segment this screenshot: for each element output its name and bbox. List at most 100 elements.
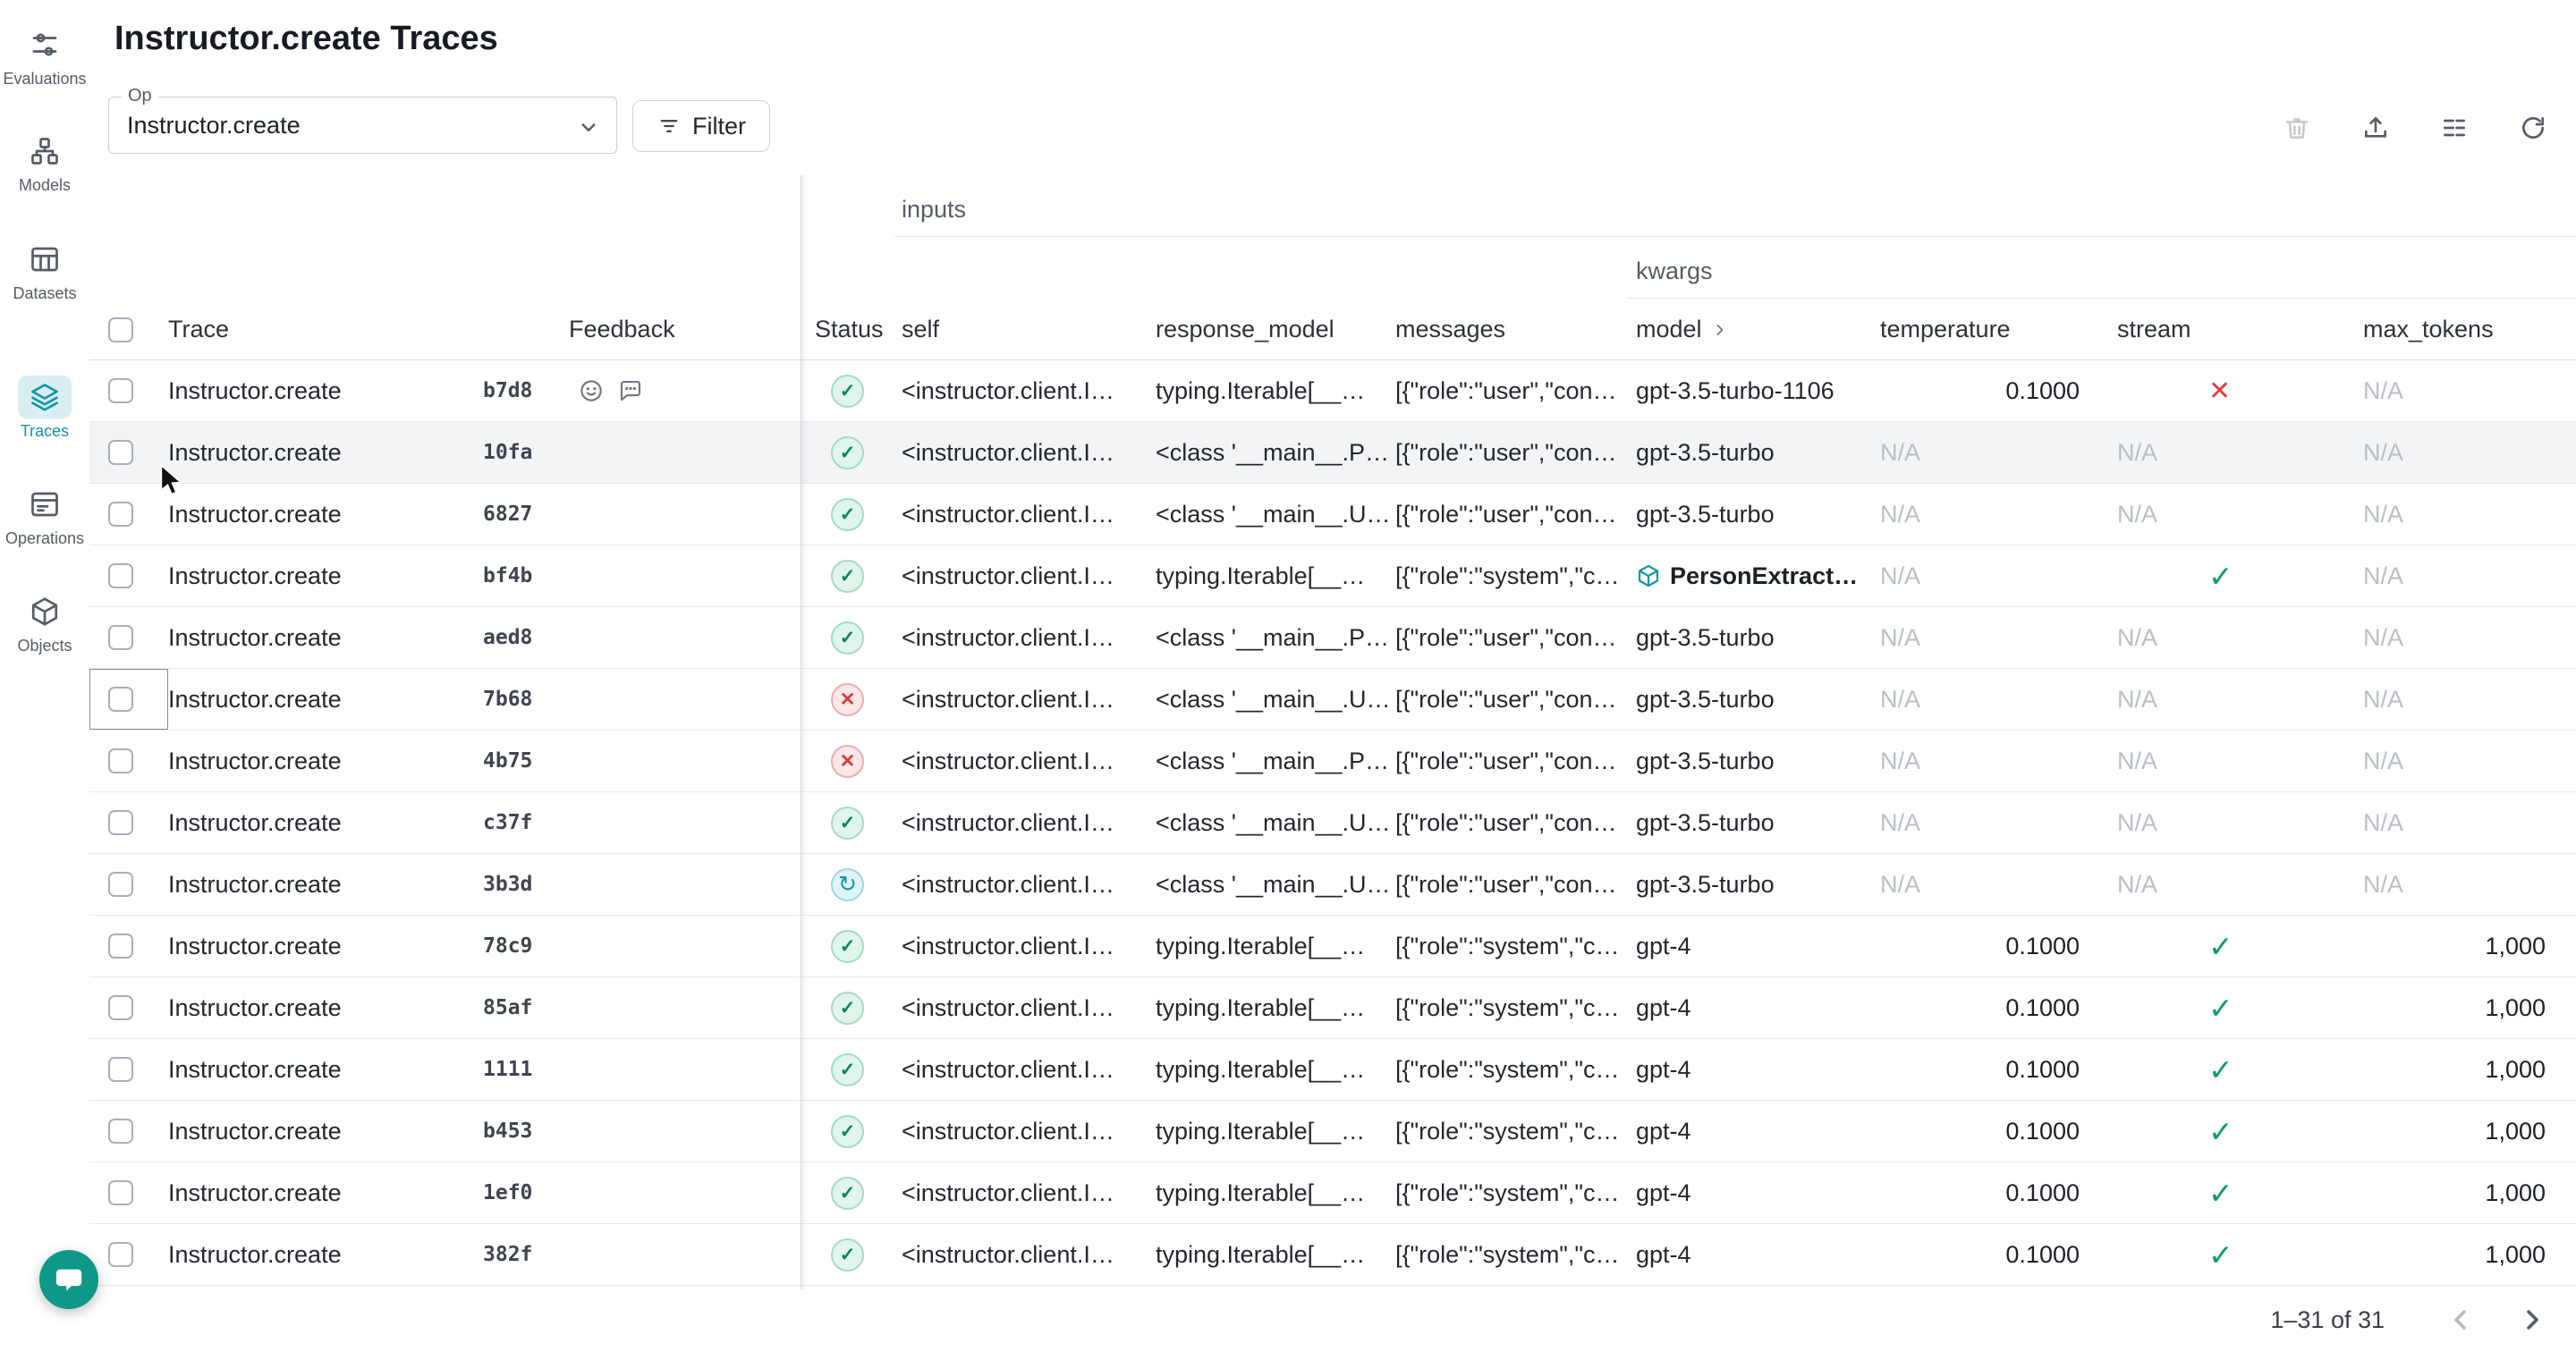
table-row[interactable]: Instructor.create 10fa ✓ <instructor.cli…: [89, 422, 2576, 484]
column-header-trace[interactable]: Trace: [168, 299, 483, 360]
select-all-cell: [89, 299, 168, 360]
stream-cell: ✓: [2110, 916, 2356, 976]
next-page-icon[interactable]: [2512, 1300, 2551, 1339]
max-tokens-cell: 1,000: [2356, 1101, 2576, 1162]
messages-cell: [{"role":"system","c…: [1388, 545, 1629, 606]
self-cell: <instructor.client.I…: [894, 1162, 1148, 1223]
column-header-model[interactable]: model: [1629, 299, 1873, 360]
table-row[interactable]: Instructor.create 3b3d ↻ <instructor.cli…: [89, 854, 2576, 916]
trash-icon[interactable]: [2277, 108, 2317, 148]
stream-value: N/A: [2117, 686, 2157, 714]
column-header-stream[interactable]: stream: [2110, 299, 2356, 360]
feedback-cell: [569, 1224, 801, 1285]
row-checkbox[interactable]: [108, 748, 133, 773]
trace-name: Instructor.create: [168, 686, 342, 714]
row-checkbox[interactable]: [108, 995, 133, 1020]
row-checkbox-cell: [89, 1162, 168, 1223]
row-checkbox[interactable]: [108, 1057, 133, 1082]
table-row[interactable]: Instructor.create 78c9 ✓ <instructor.cli…: [89, 916, 2576, 977]
row-checkbox[interactable]: [108, 872, 133, 897]
model-value: gpt-4: [1636, 1179, 1691, 1207]
response-model-value: <class '__main__.U…: [1156, 871, 1388, 899]
chevron-right-icon[interactable]: [1711, 321, 1729, 339]
refresh-icon[interactable]: [2513, 108, 2553, 148]
self-value: <instructor.client.I…: [902, 748, 1114, 775]
temperature-cell: 0.1000: [1873, 1162, 2110, 1223]
temperature-value: N/A: [1880, 871, 1920, 899]
model-value: gpt-3.5-turbo: [1636, 686, 1775, 714]
column-header-response-model[interactable]: response_model: [1148, 299, 1388, 360]
trace-id: 7b68: [483, 688, 532, 711]
model-value: gpt-4: [1636, 1118, 1691, 1145]
row-checkbox[interactable]: [108, 934, 133, 959]
column-header-feedback[interactable]: Feedback: [569, 299, 801, 360]
export-icon[interactable]: [2356, 108, 2395, 148]
chat-widget-button[interactable]: [39, 1250, 98, 1309]
table-row[interactable]: Instructor.create b453 ✓ <instructor.cli…: [89, 1101, 2576, 1162]
table-row[interactable]: Instructor.create 382f ✓ <instructor.cli…: [89, 1224, 2576, 1286]
status-cell: ✓: [801, 1101, 894, 1162]
table-row[interactable]: Instructor.create c37f ✓ <instructor.cli…: [89, 792, 2576, 854]
sidebar-item-operations[interactable]: Operations: [0, 483, 89, 548]
trace-cell: Instructor.create: [168, 484, 483, 545]
model-cell: gpt-3.5-turbo: [1629, 422, 1873, 483]
row-checkbox-cell: [89, 916, 168, 976]
sidebar-item-label: Datasets: [0, 284, 89, 303]
response-model-value: <class '__main__.U…: [1156, 686, 1388, 714]
previous-page-icon[interactable]: [2442, 1300, 2481, 1339]
row-checkbox[interactable]: [108, 810, 133, 835]
row-checkbox[interactable]: [108, 563, 133, 588]
table-row[interactable]: Instructor.create 1ef0 ✓ <instructor.cli…: [89, 1162, 2576, 1224]
table-row[interactable]: Instructor.create b7d8 ✓ <instructor.cli…: [89, 360, 2576, 422]
stream-value: ✓: [2208, 991, 2233, 1026]
max-tokens-cell: 1,000: [2356, 1224, 2576, 1285]
self-value: <instructor.client.I…: [902, 1118, 1114, 1145]
self-cell: <instructor.client.I…: [894, 422, 1148, 483]
table-row[interactable]: Instructor.create bf4b ✓ <instructor.cli…: [89, 545, 2576, 607]
feedback-cell: [569, 1039, 801, 1100]
table-row[interactable]: Instructor.create 85af ✓ <instructor.cli…: [89, 977, 2576, 1039]
column-header-self[interactable]: self: [894, 299, 1148, 360]
table-row[interactable]: Instructor.create 6827 ✓ <instructor.cli…: [89, 484, 2576, 545]
row-checkbox[interactable]: [108, 440, 133, 465]
temperature-value: 0.1000: [2005, 1056, 2110, 1084]
response-model-value: <class '__main__.U…: [1156, 501, 1388, 528]
temperature-cell: N/A: [1873, 422, 2110, 483]
max-tokens-cell: N/A: [2356, 607, 2576, 668]
row-checkbox[interactable]: [108, 625, 133, 650]
table-row[interactable]: Instructor.create 1111 ✓ <instructor.cli…: [89, 1039, 2576, 1101]
row-checkbox[interactable]: [108, 378, 133, 403]
temperature-cell: 0.1000: [1873, 916, 2110, 976]
table-row[interactable]: Instructor.create 7b68 ✕ <instructor.cli…: [89, 669, 2576, 731]
row-checkbox[interactable]: [108, 1119, 133, 1144]
max-tokens-cell: N/A: [2356, 731, 2576, 791]
column-header-temperature[interactable]: temperature: [1873, 299, 2110, 360]
sidebar-item-traces[interactable]: Traces: [0, 376, 89, 441]
column-header-messages[interactable]: messages: [1388, 299, 1629, 360]
max-tokens-cell: N/A: [2356, 545, 2576, 606]
temperature-cell: 0.1000: [1873, 360, 2110, 421]
trace-name: Instructor.create: [168, 562, 342, 590]
row-checkbox-cell: [89, 854, 168, 915]
column-settings-icon[interactable]: [2435, 108, 2474, 148]
row-checkbox[interactable]: [108, 1242, 133, 1267]
column-header-status[interactable]: Status: [801, 299, 894, 360]
comment-icon[interactable]: [617, 377, 644, 404]
row-checkbox[interactable]: [108, 502, 133, 527]
op-select[interactable]: Op Instructor.create: [108, 97, 617, 154]
add-reaction-icon[interactable]: [578, 377, 605, 404]
sidebar-item-evaluations[interactable]: Evaluations: [0, 23, 89, 89]
column-header-max-tokens[interactable]: max_tokens: [2356, 299, 2576, 360]
filter-button[interactable]: Filter: [632, 100, 770, 152]
sidebar-item-objects[interactable]: Objects: [0, 590, 89, 655]
row-checkbox[interactable]: [108, 1180, 133, 1205]
row-checkbox[interactable]: [108, 687, 133, 712]
sidebar-item-models[interactable]: Models: [0, 130, 89, 195]
select-all-checkbox[interactable]: [108, 317, 133, 342]
table-row[interactable]: Instructor.create aed8 ✓ <instructor.cli…: [89, 607, 2576, 669]
sidebar-item-datasets[interactable]: Datasets: [0, 238, 89, 303]
table-row[interactable]: Instructor.create 4b75 ✕ <instructor.cli…: [89, 731, 2576, 792]
row-checkbox-cell: [89, 607, 168, 668]
temperature-value: N/A: [1880, 748, 1920, 775]
max-tokens-value: N/A: [2363, 748, 2403, 775]
